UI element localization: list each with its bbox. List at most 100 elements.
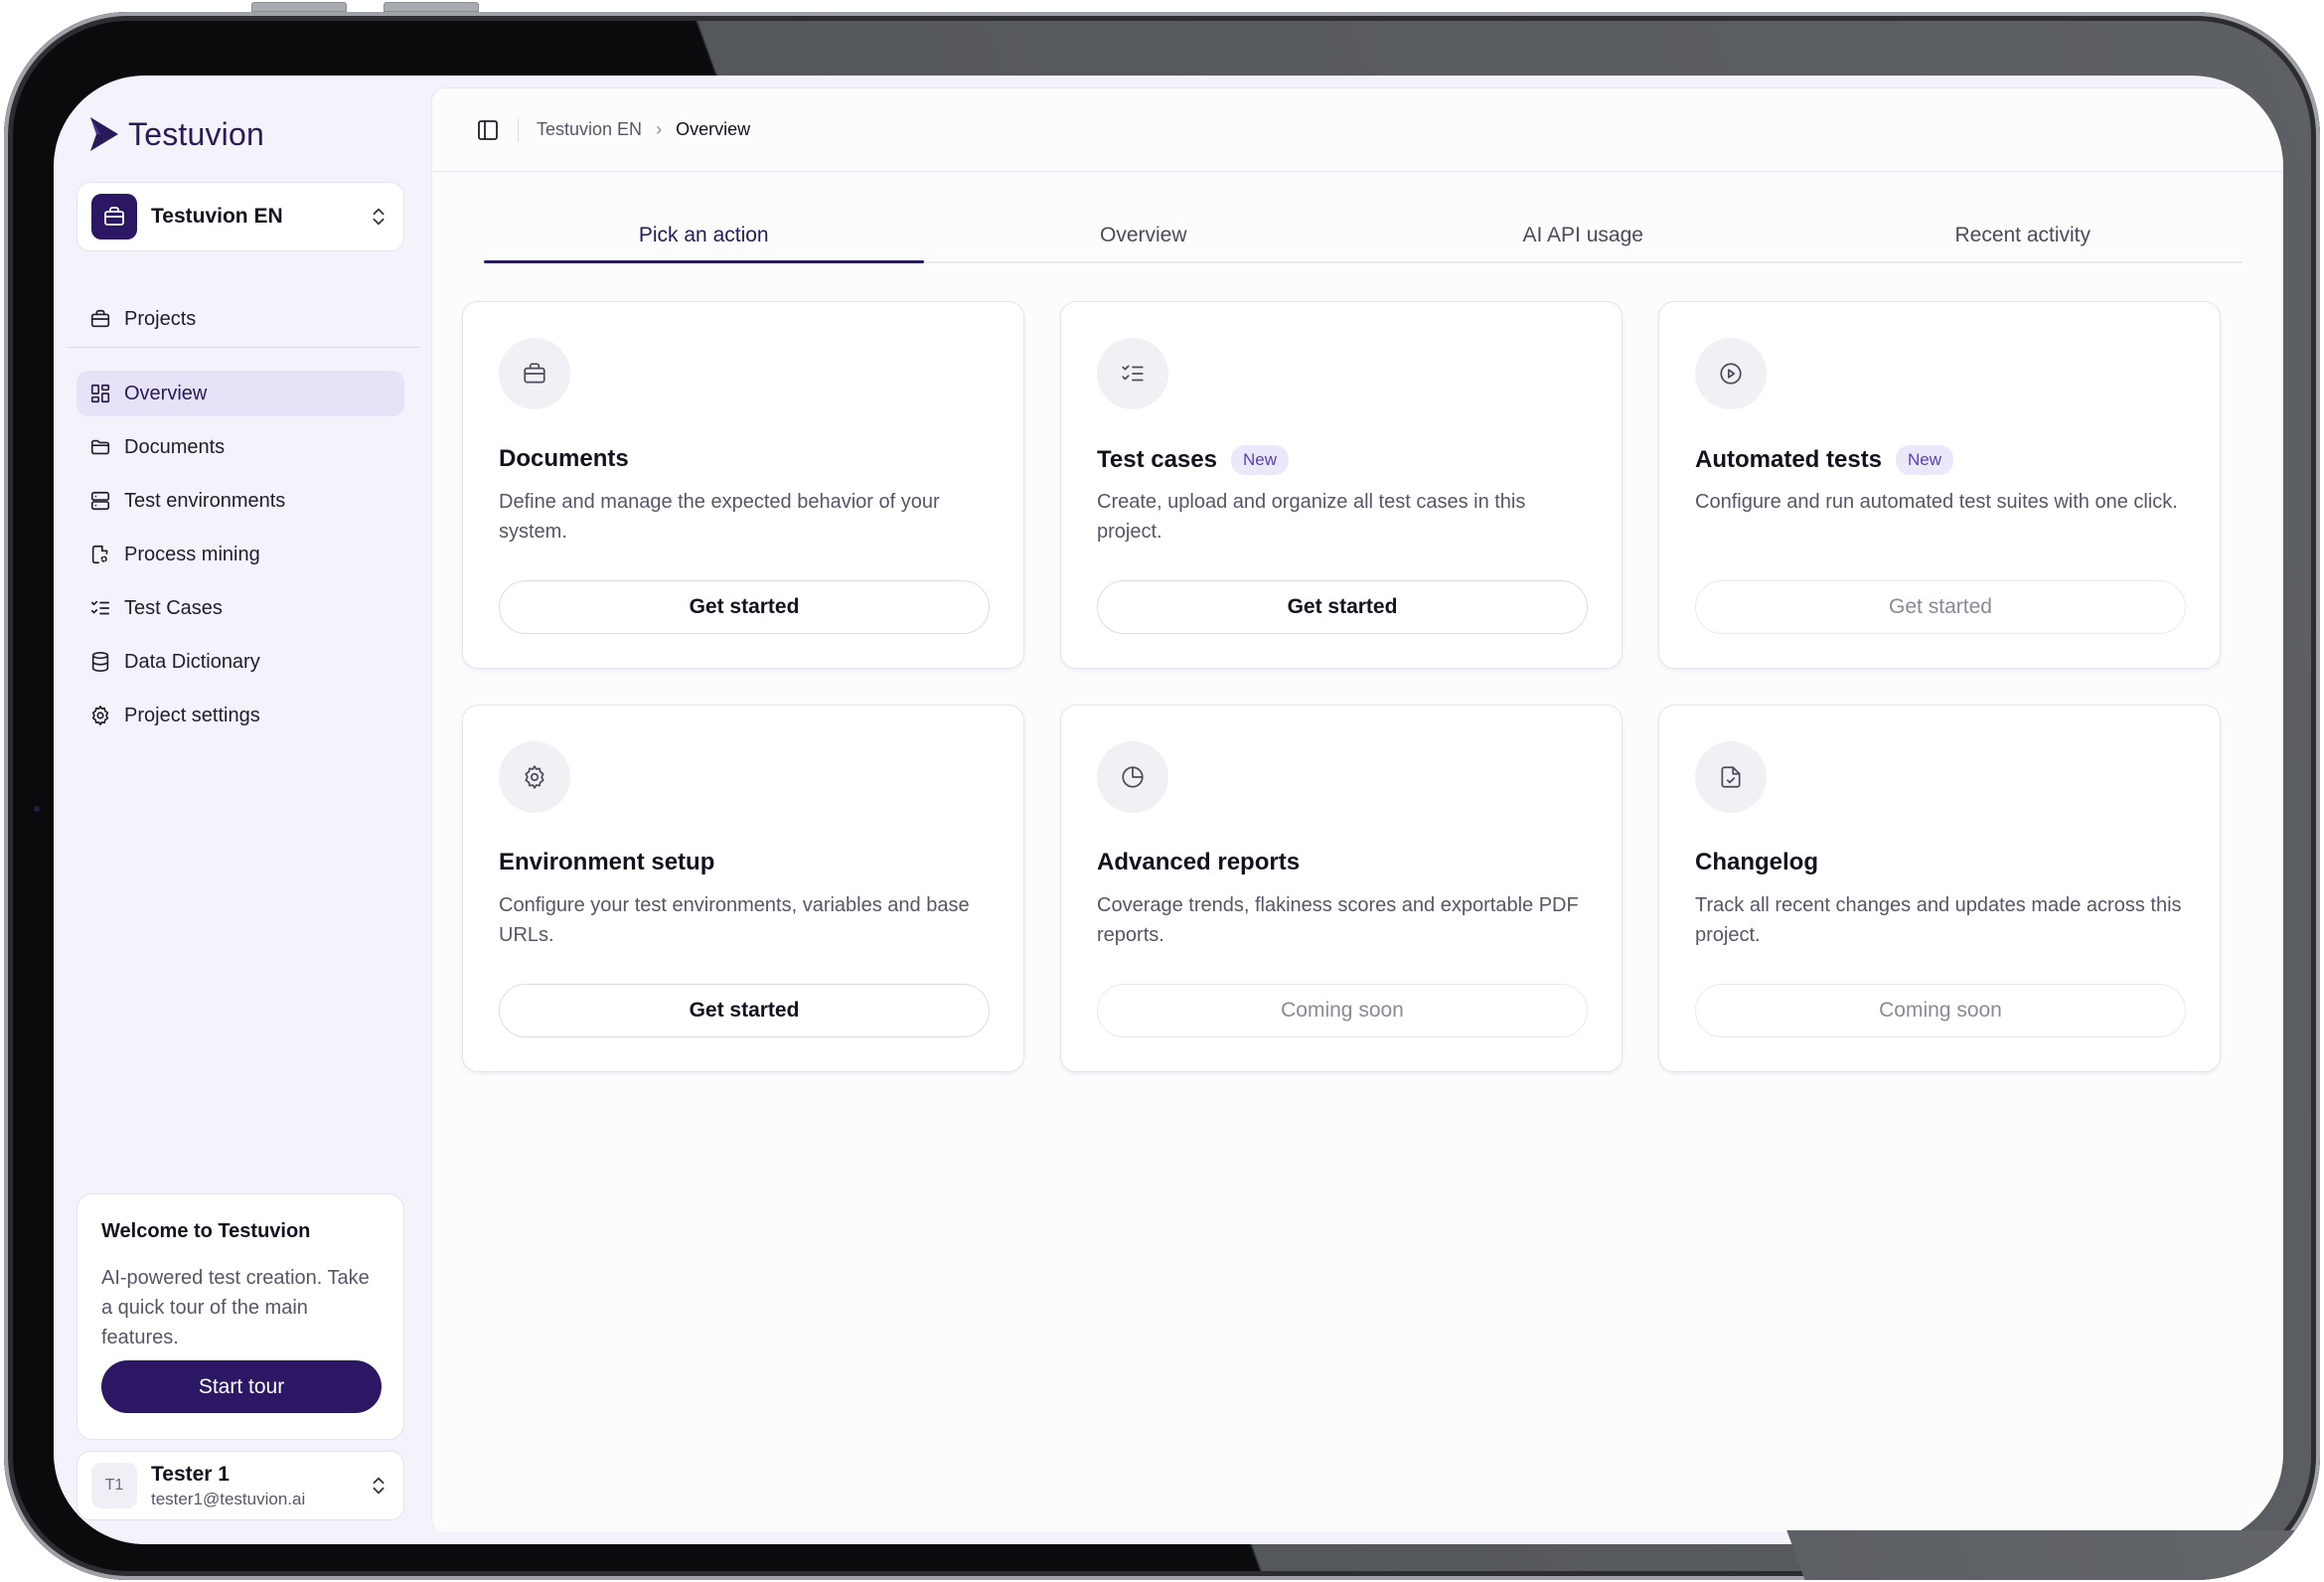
card-description: Configure and run automated test suites … bbox=[1695, 491, 2178, 513]
sidebar-item-test-cases[interactable]: Test Cases bbox=[77, 585, 404, 631]
new-badge: New bbox=[1230, 445, 1289, 475]
sidebar-item-label: Documents bbox=[124, 435, 226, 458]
top-bar: Testuvion EN › Overview bbox=[432, 88, 2283, 172]
app-screen: Testuvion Testuvion EN Projects Overview… bbox=[54, 76, 2283, 1544]
list-checks-icon bbox=[1097, 338, 1168, 409]
get-started-button[interactable]: Get started bbox=[499, 984, 990, 1037]
card-title: Documents bbox=[499, 445, 629, 472]
card-title-row: Changelog bbox=[1695, 849, 1818, 876]
start-tour-button[interactable]: Start tour bbox=[101, 1360, 382, 1413]
user-info: Tester 1 tester1@testuvion.ai bbox=[151, 1463, 368, 1509]
tab-pick-an-action[interactable]: Pick an action bbox=[484, 210, 924, 263]
card-description: Track all recent changes and updates mad… bbox=[1695, 894, 2182, 946]
new-badge: New bbox=[1896, 445, 1954, 475]
sidebar-item-label: Test environments bbox=[124, 489, 286, 512]
briefcase-icon bbox=[104, 207, 124, 226]
coming-soon-button[interactable]: Coming soon bbox=[1097, 984, 1588, 1037]
sidebar-item-label: Process mining bbox=[124, 543, 260, 565]
card-title: Test cases bbox=[1097, 446, 1217, 473]
sidebar-item-label: Project settings bbox=[124, 704, 260, 726]
pie-chart-icon bbox=[1097, 741, 1168, 813]
device-button bbox=[384, 2, 479, 12]
tab-ai-api-usage[interactable]: AI API usage bbox=[1363, 210, 1803, 261]
card-description: Configure your test environments, variab… bbox=[499, 894, 970, 946]
play-circle-icon bbox=[1695, 338, 1767, 409]
briefcase-icon bbox=[88, 307, 112, 331]
sidebar: Testuvion Testuvion EN Projects Overview… bbox=[54, 76, 419, 1544]
card-title: Environment setup bbox=[499, 849, 715, 875]
get-started-button[interactable]: Get started bbox=[499, 580, 990, 634]
tab-recent-activity[interactable]: Recent activity bbox=[1803, 210, 2244, 261]
welcome-card: Welcome to Testuvion AI-powered test cre… bbox=[77, 1193, 404, 1440]
card-title-row: Test cases New bbox=[1097, 445, 1289, 475]
gear-icon bbox=[88, 704, 112, 727]
toolbar-divider bbox=[518, 117, 519, 142]
workspace-switcher[interactable]: Testuvion EN bbox=[77, 182, 404, 251]
card-description: Coverage trends, flakiness scores and ex… bbox=[1097, 894, 1579, 946]
user-email: tester1@testuvion.ai bbox=[151, 1489, 306, 1508]
folder-icon bbox=[88, 435, 112, 459]
sidebar-item-project-settings[interactable]: Project settings bbox=[77, 693, 404, 738]
sidebar-item-overview[interactable]: Overview bbox=[77, 371, 404, 416]
welcome-title: Welcome to Testuvion bbox=[101, 1220, 311, 1242]
brand-logo[interactable]: Testuvion bbox=[86, 115, 264, 153]
card-title: Changelog bbox=[1695, 849, 1818, 875]
sidebar-item-process-mining[interactable]: Process mining bbox=[77, 532, 404, 577]
list-checks-icon bbox=[88, 596, 112, 620]
avatar: T1 bbox=[91, 1463, 137, 1508]
logo-icon bbox=[90, 117, 118, 151]
chevrons-up-down-icon bbox=[373, 1477, 385, 1495]
breadcrumb-workspace[interactable]: Testuvion EN bbox=[537, 119, 642, 140]
action-card-environment-setup: Environment setup Configure your test en… bbox=[462, 705, 1024, 1072]
tab-overview[interactable]: Overview bbox=[924, 210, 1364, 261]
main-panel: Testuvion EN › Overview Pick an action O… bbox=[431, 87, 2283, 1532]
camera-dot bbox=[34, 806, 40, 812]
file-search-icon bbox=[88, 543, 112, 566]
device-button bbox=[251, 2, 347, 12]
coming-soon-button[interactable]: Coming soon bbox=[1695, 984, 2186, 1037]
grid-icon bbox=[88, 382, 112, 405]
action-card-advanced-reports: Advanced reports Coverage trends, flakin… bbox=[1060, 705, 1623, 1072]
card-title: Advanced reports bbox=[1097, 849, 1301, 875]
chevrons-up-down-icon bbox=[373, 208, 385, 226]
chevron-right-icon: › bbox=[656, 119, 663, 139]
sidebar-toggle-icon[interactable] bbox=[476, 118, 500, 142]
database-icon bbox=[88, 650, 112, 674]
sidebar-item-label: Projects bbox=[124, 307, 197, 330]
sidebar-item-projects[interactable]: Projects bbox=[77, 296, 404, 342]
sidebar-item-label: Data Dictionary bbox=[124, 650, 260, 673]
file-check-icon bbox=[1695, 741, 1767, 813]
workspace-avatar bbox=[91, 194, 137, 239]
get-started-button[interactable]: Get started bbox=[1097, 580, 1588, 634]
brand-name: Testuvion bbox=[128, 115, 264, 152]
workspace-name: Testuvion EN bbox=[151, 205, 283, 228]
sidebar-item-data-dictionary[interactable]: Data Dictionary bbox=[77, 639, 404, 685]
server-icon bbox=[88, 489, 112, 513]
get-started-button[interactable]: Get started bbox=[1695, 580, 2186, 634]
action-card-documents: Documents Define and manage the expected… bbox=[462, 301, 1024, 669]
sidebar-item-label: Overview bbox=[124, 382, 208, 404]
card-title-row: Environment setup bbox=[499, 849, 714, 876]
card-title-row: Automated tests New bbox=[1695, 445, 1954, 475]
sidebar-divider bbox=[66, 347, 419, 348]
card-title-row: Advanced reports bbox=[1097, 849, 1300, 876]
briefcase-icon bbox=[499, 338, 570, 409]
action-card-automated-tests: Automated tests New Configure and run au… bbox=[1658, 301, 2221, 669]
card-description: Define and manage the expected behavior … bbox=[499, 491, 940, 543]
tablet-frame: Testuvion Testuvion EN Projects Overview… bbox=[4, 12, 2320, 1580]
card-description: Create, upload and organize all test cas… bbox=[1097, 491, 1526, 543]
card-title: Automated tests bbox=[1695, 446, 1883, 473]
user-menu[interactable]: T1 Tester 1 tester1@testuvion.ai bbox=[77, 1451, 404, 1520]
tab-bar: Pick an action Overview AI API usage Rec… bbox=[484, 210, 2243, 263]
sidebar-item-test-environments[interactable]: Test environments bbox=[77, 478, 404, 524]
gear-icon bbox=[499, 741, 570, 813]
user-name: Tester 1 bbox=[151, 1462, 230, 1486]
welcome-text: AI-powered test creation. Take a quick t… bbox=[101, 1267, 370, 1348]
breadcrumb-current: Overview bbox=[676, 119, 751, 139]
action-card-changelog: Changelog Track all recent changes and u… bbox=[1658, 705, 2221, 1072]
sidebar-item-documents[interactable]: Documents bbox=[77, 424, 404, 470]
sidebar-item-label: Test Cases bbox=[124, 596, 223, 619]
action-card-test-cases: Test cases New Create, upload and organi… bbox=[1060, 301, 1623, 669]
card-title-row: Documents bbox=[499, 445, 629, 473]
breadcrumb: Testuvion EN › Overview bbox=[537, 119, 750, 140]
